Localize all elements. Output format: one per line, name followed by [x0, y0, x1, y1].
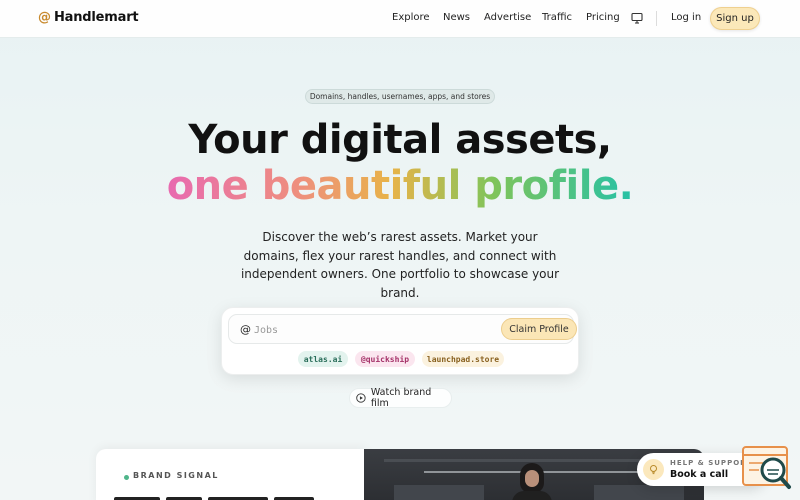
nav-link-traffic[interactable]: Traffic [542, 12, 572, 23]
handle-input-wrapper: @ Claim Profile [228, 314, 577, 344]
watch-brand-film-button[interactable]: Watch brand film [349, 387, 452, 409]
monitor-icon[interactable] [631, 12, 643, 24]
play-circle-icon [356, 393, 366, 403]
brand-signal-card: BRAND SIGNAL [96, 449, 366, 500]
claim-card: @ Claim Profile atlas.ai @quickship laun… [221, 307, 579, 375]
claim-profile-button[interactable]: Claim Profile [501, 318, 577, 340]
brand-signal-heading [114, 493, 314, 500]
brand-name: Handlemart [54, 10, 139, 25]
brand-logo[interactable]: @ Handlemart [38, 10, 139, 25]
headline-line-2: one beautiful profile. [0, 163, 800, 209]
handle-input[interactable] [254, 321, 484, 339]
nav-link-explore[interactable]: Explore [392, 12, 430, 23]
nav-divider [656, 11, 657, 26]
input-at-symbol: @ [240, 323, 251, 336]
nav-link-pricing[interactable]: Pricing [586, 12, 620, 23]
brand-at-symbol: @ [38, 10, 51, 25]
suggestion-chip-quickship[interactable]: @quickship [355, 351, 415, 367]
brand-signal-label: BRAND SIGNAL [133, 471, 219, 480]
nav-link-news[interactable]: News [443, 12, 470, 23]
book-call-label: Book a call [670, 469, 729, 480]
top-nav: @ Handlemart Explore News Advertise Traf… [0, 0, 800, 38]
lightbulb-icon [643, 459, 664, 480]
help-small-label: HELP & SUPPORT [670, 459, 752, 467]
nav-link-advertise[interactable]: Advertise [484, 12, 531, 23]
headline-gradient-text: one beautiful profile. [166, 163, 634, 209]
suggestion-chip-launchpad[interactable]: launchpad.store [422, 351, 504, 367]
signup-button[interactable]: Sign up [710, 7, 760, 30]
watch-label: Watch brand film [370, 387, 432, 409]
login-link[interactable]: Log in [671, 12, 701, 23]
headline-line-1: Your digital assets, [188, 117, 612, 163]
status-dot [124, 475, 129, 480]
tagline-pill: Domains, handles, usernames, apps, and s… [305, 89, 495, 104]
hero-description: Discover the web’s rarest assets. Market… [240, 230, 560, 300]
suggestion-chip-atlas[interactable]: atlas.ai [298, 351, 348, 367]
chat-search-widget-icon[interactable] [741, 443, 793, 493]
